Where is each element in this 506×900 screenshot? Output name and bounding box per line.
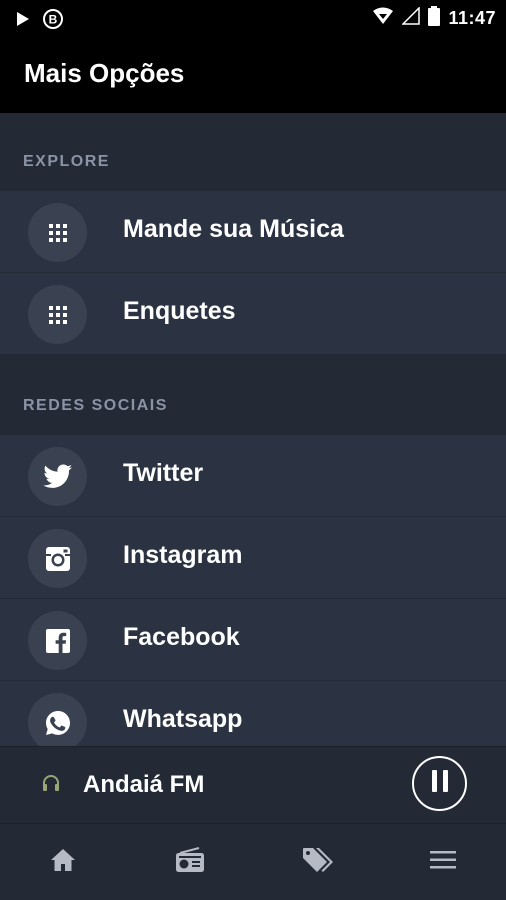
mini-player[interactable]: Andaiá FM xyxy=(0,746,506,824)
list-item-instagram[interactable]: Instagram xyxy=(0,517,506,599)
svg-text:B: B xyxy=(49,13,58,27)
b-badge-icon: B xyxy=(42,8,64,35)
instagram-icon xyxy=(28,529,87,588)
station-name: Andaiá FM xyxy=(83,771,205,798)
pause-button[interactable] xyxy=(412,756,467,811)
list-item-whatsapp[interactable]: Whatsapp xyxy=(0,681,506,746)
list-item-label: Instagram xyxy=(123,541,243,569)
bottom-nav xyxy=(0,824,506,900)
pause-icon xyxy=(430,769,450,798)
grid-icon xyxy=(28,203,87,262)
twitter-icon xyxy=(28,447,87,506)
list-item-mande-sua-musica[interactable]: Mande sua Música xyxy=(0,191,506,273)
menu-icon xyxy=(430,850,456,875)
tags-icon xyxy=(301,846,333,879)
status-bar: B 11:47 xyxy=(0,0,506,36)
signal-icon xyxy=(401,6,421,30)
home-icon xyxy=(50,848,76,877)
nav-menu[interactable] xyxy=(380,824,506,900)
app-bar: Mais Opções xyxy=(0,36,506,113)
facebook-icon xyxy=(28,611,87,670)
headphones-icon xyxy=(41,773,61,798)
nav-tags[interactable] xyxy=(254,824,380,900)
battery-icon xyxy=(428,6,441,31)
status-time: 11:47 xyxy=(448,8,496,28)
options-list: EXPLORE Mande sua Música Enquetes REDES … xyxy=(0,113,506,746)
list-item-enquetes[interactable]: Enquetes xyxy=(0,273,506,355)
whatsapp-icon xyxy=(28,693,87,746)
wifi-icon xyxy=(372,7,394,30)
section-header-explore: EXPLORE xyxy=(23,153,110,170)
list-item-label: Mande sua Música xyxy=(123,215,344,243)
list-item-label: Whatsapp xyxy=(123,705,243,733)
page-title: Mais Opções xyxy=(24,58,185,88)
list-item-label: Enquetes xyxy=(123,297,236,325)
list-item-label: Facebook xyxy=(123,623,240,651)
list-item-label: Twitter xyxy=(123,459,204,487)
nav-radio[interactable] xyxy=(127,824,253,900)
play-icon xyxy=(16,11,30,32)
radio-icon xyxy=(175,846,205,878)
list-item-facebook[interactable]: Facebook xyxy=(0,599,506,681)
section-header-redes-sociais: REDES SOCIAIS xyxy=(23,397,168,414)
nav-home[interactable] xyxy=(0,824,126,900)
grid-icon xyxy=(28,285,87,344)
list-item-twitter[interactable]: Twitter xyxy=(0,435,506,517)
